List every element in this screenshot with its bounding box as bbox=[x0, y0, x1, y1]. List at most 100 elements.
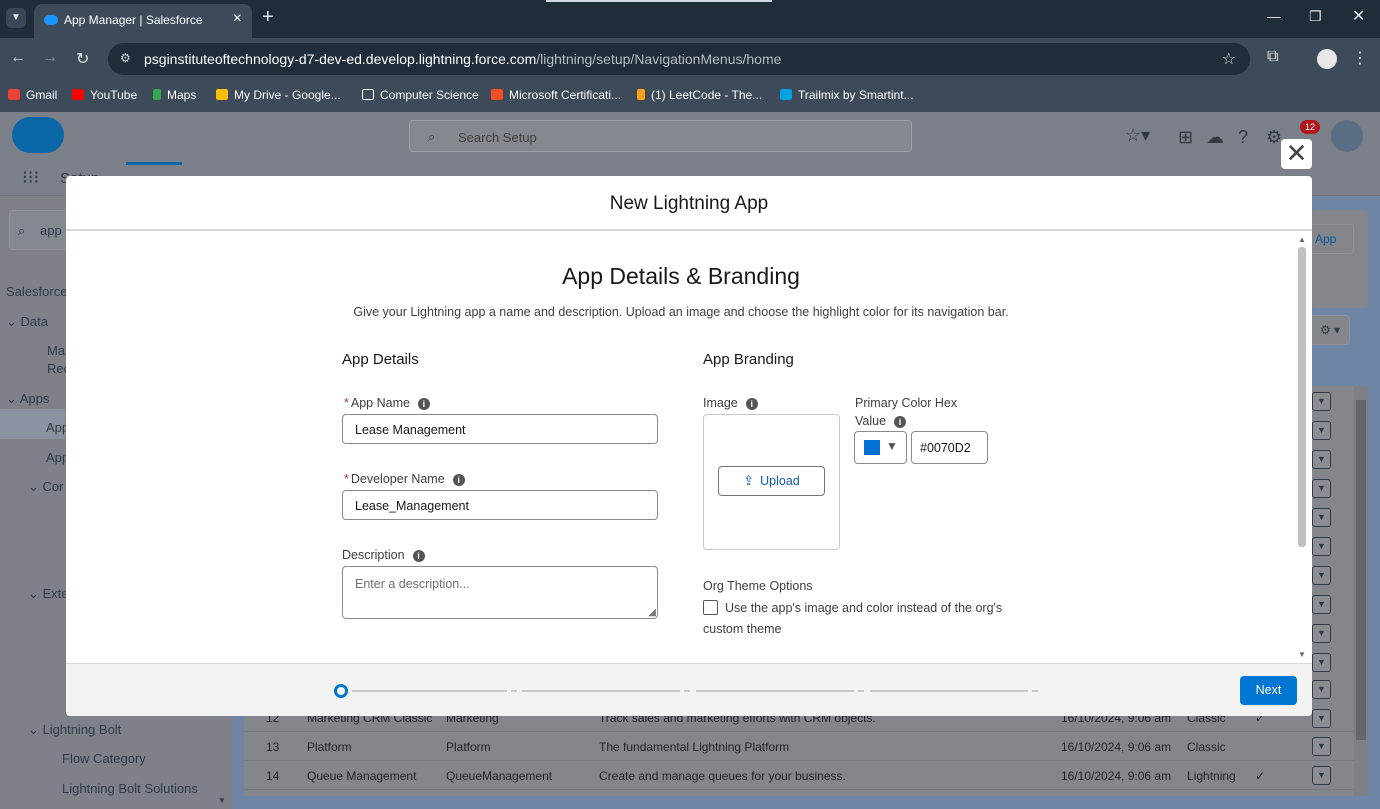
address-bar[interactable]: ⚙ psginstituteoftechnology-d7-dev-ed.dev… bbox=[108, 43, 1250, 75]
progress-tick bbox=[858, 690, 864, 692]
developer-name-input[interactable]: Lease_Management bbox=[342, 490, 658, 520]
app-branding-heading: App Branding bbox=[703, 351, 794, 368]
last-modified: 16/10/2024, 9:06 am bbox=[1061, 769, 1172, 783]
description: The fundamental Lightning Platform bbox=[599, 740, 790, 754]
search-icon: ⌕ bbox=[18, 223, 26, 238]
bookmark-maps[interactable]: Maps bbox=[153, 88, 196, 102]
table-row: 13 Platform Platform The fundamental Lig… bbox=[244, 732, 1354, 761]
modal-body: ▲ ▼ App Details & Branding Give your Ligh… bbox=[66, 233, 1312, 663]
trailhead-guide-icon[interactable]: ☁ bbox=[1206, 127, 1224, 148]
reload-button[interactable]: ↻ bbox=[76, 49, 89, 69]
upload-icon: ⇪ bbox=[743, 473, 755, 488]
modal-footer: Next bbox=[66, 663, 1312, 716]
sidebar-item[interactable]: Ma bbox=[47, 343, 65, 358]
progress-tick bbox=[1032, 690, 1038, 692]
resize-handle-icon[interactable]: ◢ bbox=[648, 607, 656, 618]
user-avatar[interactable] bbox=[1331, 120, 1363, 152]
tab-search-button[interactable]: ▼ bbox=[6, 8, 26, 28]
info-icon[interactable]: i bbox=[412, 550, 425, 562]
help-icon[interactable]: ? bbox=[1238, 127, 1248, 148]
sidebar-item-flow-category[interactable]: Flow Category bbox=[62, 751, 146, 766]
modal-close-button[interactable]: ✕ bbox=[1281, 139, 1312, 169]
next-button[interactable]: Next bbox=[1240, 676, 1297, 705]
row-action-dropdown[interactable]: ▼ bbox=[1312, 450, 1331, 469]
sidebar-item-connected[interactable]: ⌄ Cor bbox=[28, 479, 63, 495]
progress-tick bbox=[684, 690, 690, 692]
list-scrollbar[interactable] bbox=[1354, 386, 1368, 796]
row-action-dropdown[interactable]: ▼ bbox=[1312, 595, 1331, 614]
back-button[interactable]: ← bbox=[10, 49, 26, 67]
browser-tab[interactable]: App Manager | Salesforce × bbox=[34, 4, 252, 38]
row-action-dropdown[interactable]: ▼ bbox=[1312, 508, 1331, 527]
forward-button[interactable]: → bbox=[42, 49, 58, 67]
bookmark-trailmix[interactable]: Trailmix by Smartint... bbox=[780, 88, 914, 102]
upload-button[interactable]: ⇪ Upload bbox=[718, 466, 825, 496]
maximize-button[interactable]: ❐ bbox=[1309, 8, 1322, 25]
bookmark-drive[interactable]: My Drive - Google... bbox=[216, 88, 341, 102]
list-settings-gear-icon[interactable]: ⚙ ▾ bbox=[1310, 315, 1350, 345]
sidebar-scroll-down-icon[interactable]: ▼ bbox=[218, 796, 226, 805]
row-action-dropdown[interactable]: ▼ bbox=[1312, 653, 1331, 672]
notifications-badge[interactable]: 12 bbox=[1300, 120, 1320, 134]
extensions-icon[interactable]: ⧉ bbox=[1267, 48, 1278, 66]
bookmark-computer-science[interactable]: Computer Science bbox=[362, 88, 479, 102]
bookmark-gmail[interactable]: Gmail bbox=[8, 88, 57, 102]
description-textarea[interactable]: Enter a description... ◢ bbox=[342, 566, 658, 619]
row-action-dropdown[interactable]: ▼ bbox=[1312, 479, 1331, 498]
bookmarks-bar: Gmail YouTube Maps My Drive - Google... … bbox=[0, 82, 1380, 112]
youtube-icon bbox=[72, 89, 84, 100]
table-row: 14 Queue Management QueueManagement Crea… bbox=[244, 761, 1354, 790]
row-action-dropdown[interactable]: ▼ bbox=[1312, 392, 1331, 411]
info-icon[interactable]: i bbox=[745, 398, 758, 410]
browser-menu-icon[interactable]: ⋮ bbox=[1352, 48, 1368, 68]
window-accent bbox=[546, 0, 772, 2]
tab-close-icon[interactable]: × bbox=[233, 10, 242, 28]
progress-tick bbox=[511, 690, 517, 692]
bookmark-youtube[interactable]: YouTube bbox=[72, 88, 137, 102]
color-picker-button[interactable]: ▼ bbox=[854, 431, 907, 464]
window-close-button[interactable]: ✕ bbox=[1352, 6, 1365, 26]
hex-color-input[interactable]: #0070D2 bbox=[911, 431, 988, 464]
sidebar-item-external[interactable]: ⌄ Exte bbox=[28, 586, 69, 602]
sidebar-item-data[interactable]: ⌄ Data bbox=[6, 314, 48, 330]
modal-scrollbar[interactable]: ▲ ▼ bbox=[1296, 233, 1308, 663]
site-settings-icon[interactable]: ⚙ bbox=[120, 51, 131, 65]
setup-gear-icon[interactable]: ⚙ bbox=[1266, 127, 1282, 148]
row-action-dropdown[interactable]: ▼ bbox=[1312, 537, 1331, 556]
url-text[interactable]: psginstituteoftechnology-d7-dev-ed.devel… bbox=[144, 51, 781, 67]
row-action-dropdown[interactable]: ▼ bbox=[1312, 624, 1331, 643]
salesforce-logo[interactable] bbox=[12, 117, 64, 153]
info-icon[interactable]: i bbox=[417, 398, 430, 410]
global-actions-icon[interactable]: ⊞ bbox=[1178, 127, 1193, 148]
browser-tab-strip: ▼ App Manager | Salesforce × + — ❐ ✕ bbox=[0, 0, 1380, 38]
app-label-link[interactable]: Platform bbox=[307, 740, 352, 754]
setup-search-input[interactable]: ⌕ Search Setup bbox=[409, 120, 912, 152]
new-tab-button[interactable]: + bbox=[262, 6, 274, 29]
app-label-link[interactable]: Queue Management bbox=[307, 769, 416, 783]
sidebar-item-bolt-solutions[interactable]: Lightning Bolt Solutions bbox=[62, 781, 198, 796]
minimize-button[interactable]: — bbox=[1267, 8, 1281, 24]
row-action-dropdown[interactable]: ▼ bbox=[1312, 680, 1331, 699]
sidebar-item-lightning-bolt[interactable]: ⌄ Lightning Bolt bbox=[28, 722, 121, 738]
row-action-dropdown[interactable]: ▼ bbox=[1312, 421, 1331, 440]
sidebar-item[interactable]: Salesforce bbox=[6, 284, 67, 299]
org-theme-checkbox-label[interactable]: Use the app's image and color instead of… bbox=[703, 598, 1013, 640]
profile-avatar[interactable] bbox=[1317, 49, 1337, 69]
app-details-heading: App Details bbox=[342, 351, 419, 368]
info-icon[interactable]: i bbox=[452, 474, 465, 486]
sidebar-item-apps[interactable]: ⌄ Apps bbox=[6, 391, 49, 407]
description: Create and manage queues for your busine… bbox=[599, 769, 846, 783]
bookmark-leetcode[interactable]: (1) LeetCode - The... bbox=[637, 88, 762, 102]
app-name-label: * App Name i bbox=[344, 396, 430, 410]
app-launcher-icon[interactable]: ⁝⁝⁝ bbox=[22, 167, 39, 188]
search-icon: ⌕ bbox=[428, 129, 436, 144]
info-icon[interactable]: i bbox=[894, 416, 907, 428]
app-name-input[interactable]: Lease Management bbox=[342, 414, 658, 444]
bookmark-microsoft[interactable]: Microsoft Certificati... bbox=[491, 88, 621, 102]
trailhead-icon bbox=[780, 89, 792, 100]
favorites-icon[interactable]: ☆▾ bbox=[1125, 125, 1150, 146]
bookmark-star-icon[interactable]: ☆ bbox=[1222, 49, 1236, 69]
microsoft-icon bbox=[491, 89, 503, 100]
modal-title: New Lightning App bbox=[609, 193, 769, 214]
row-action-dropdown[interactable]: ▼ bbox=[1312, 566, 1331, 585]
